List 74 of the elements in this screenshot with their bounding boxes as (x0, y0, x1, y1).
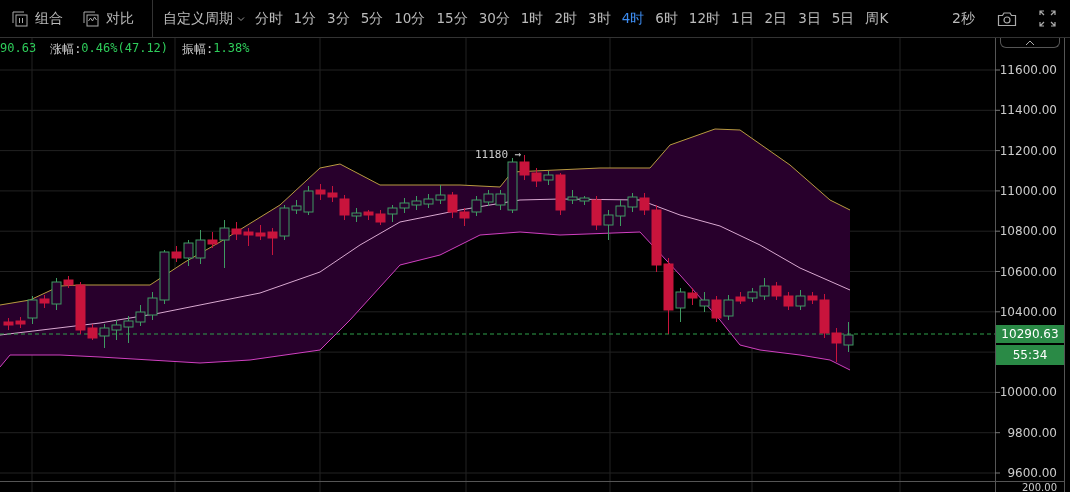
high-price-marker: 11180 → (475, 148, 522, 161)
candlestick (123, 315, 134, 344)
candlestick (243, 227, 254, 247)
period-tab[interactable]: 分时 (249, 9, 288, 28)
period-tab[interactable]: 1时 (515, 9, 549, 28)
price-axis-label: 11400.00 (999, 103, 1057, 118)
lower-pane-axis-label: 200.00 (1022, 482, 1057, 492)
layers-icon (12, 10, 28, 27)
candlestick (423, 193, 434, 209)
price-axis-label: 10400.00 (999, 304, 1057, 319)
candlestick (387, 204, 398, 223)
change-value: 0.46%(47.12) (81, 41, 169, 57)
caret-icon (237, 15, 245, 22)
refresh-interval[interactable]: 2秒 (952, 9, 975, 28)
candlestick (699, 291, 710, 313)
candlestick (459, 207, 470, 227)
price-axis-label: 11000.00 (999, 183, 1057, 198)
candlestick (399, 197, 410, 214)
fullscreen-icon[interactable] (1039, 10, 1056, 27)
price-axis-label: 10800.00 (999, 224, 1057, 239)
period-tab[interactable]: 周K (859, 9, 894, 28)
period-tab[interactable]: 15分 (430, 9, 474, 28)
candlestick (831, 327, 842, 363)
period-tab[interactable]: 3时 (582, 9, 617, 28)
candlestick (111, 319, 122, 341)
candlestick (627, 192, 638, 213)
candlestick (603, 209, 614, 241)
candlestick (531, 167, 542, 188)
compare-button[interactable]: 对比 (83, 9, 134, 28)
period-tab[interactable]: 4时 (616, 9, 650, 28)
price-axis-label: 9600.00 (1007, 466, 1057, 480)
candlestick (447, 191, 458, 219)
amplitude-value: 1.38% (213, 41, 250, 57)
combine-button[interactable]: 组合 (12, 9, 63, 28)
chevron-up-icon (1025, 40, 1035, 46)
period-tab[interactable]: 5日 (826, 9, 860, 28)
current-price-tag: 10290.63 (996, 325, 1064, 343)
period-tab[interactable]: 3分 (321, 9, 356, 28)
candlestick (615, 199, 626, 227)
amplitude-label: 振幅: (182, 41, 214, 58)
price-axis-label: 10600.00 (999, 264, 1057, 279)
candlestick (411, 195, 422, 211)
period-tab[interactable]: 1日 (725, 9, 760, 28)
candlestick (3, 317, 14, 331)
chart-window-icon (83, 10, 99, 27)
candlestick (375, 209, 386, 226)
candlestick (483, 189, 494, 207)
change-label: 涨幅: (50, 41, 82, 58)
custom-period-dropdown[interactable]: 自定义周期 (163, 9, 245, 28)
period-tab[interactable]: 5分 (355, 9, 389, 28)
candlestick (435, 184, 446, 205)
period-tab[interactable]: 3日 (792, 9, 827, 28)
candlestick (771, 281, 782, 301)
period-tab[interactable]: 12时 (683, 9, 726, 28)
price-value: 90.63 (0, 41, 37, 57)
camera-icon[interactable] (997, 10, 1017, 27)
candlestick (711, 295, 722, 323)
price-axis-label: 9800.00 (1007, 425, 1057, 440)
period-tab[interactable]: 10分 (388, 9, 431, 28)
period-tab[interactable]: 6时 (649, 9, 684, 28)
period-tab[interactable]: 2时 (548, 9, 583, 28)
price-axis-label: 10000.00 (999, 385, 1057, 400)
candlestick (471, 195, 482, 217)
countdown-tag: 55:34 (996, 345, 1064, 365)
period-tab[interactable]: 2日 (759, 9, 793, 28)
price-axis-label: 11200.00 (999, 143, 1057, 158)
candlestick (843, 321, 854, 353)
candlestick (363, 209, 374, 221)
candlestick (783, 291, 794, 311)
collapse-button[interactable] (1000, 38, 1060, 48)
candlestick (135, 304, 146, 327)
period-tab[interactable]: 30分 (473, 9, 516, 28)
period-tab[interactable]: 1分 (288, 9, 322, 28)
price-axis-label: 11600.00 (999, 63, 1057, 77)
